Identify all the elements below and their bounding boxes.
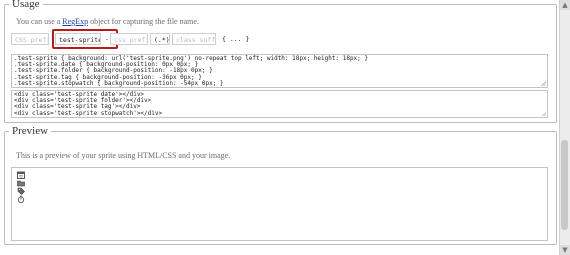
resize-handle[interactable] [541,81,546,86]
usage-legend: Usage [12,0,40,10]
scroll-down-icon[interactable]: ▼ [560,245,570,255]
capture-group-input[interactable]: (.*) [150,33,170,45]
preview-area [11,167,548,241]
html-line: <div class='test-sprite stopwatch'></div… [14,109,163,117]
folder-icon [17,180,25,187]
stopwatch-icon [17,195,25,203]
preview-description: This is a preview of your sprite using H… [16,151,231,160]
resize-handle[interactable] [541,111,546,116]
separator-text: - [105,35,109,43]
vertical-scrollbar[interactable]: ▲ ▼ [559,0,570,255]
scrollbar-thumb[interactable] [561,140,568,230]
preview-legend: Preview [12,125,49,137]
calendar-icon [17,171,25,179]
tag-icon [17,187,25,195]
css-output-textarea[interactable]: .test-sprite { background: url('test-spr… [11,54,548,88]
html-output-textarea[interactable]: <div class='test-sprite date'></div> <di… [11,90,548,118]
usage-description: You can use a RegExp object for capturin… [16,17,199,26]
css-prefix-2-input[interactable]: css prefix [110,33,148,45]
scroll-up-icon[interactable]: ▲ [560,0,570,10]
css-line: .test-sprite.stopwatch { background-posi… [14,79,224,87]
class-suffix-input[interactable]: class suffix [172,33,216,45]
page: Usage You can use a RegExp object for ca… [0,0,560,255]
css-prefix-input[interactable]: CSS prefix [11,33,49,45]
css-block-label: { ... } [222,35,250,43]
regexp-link[interactable]: RegExp [62,17,88,26]
